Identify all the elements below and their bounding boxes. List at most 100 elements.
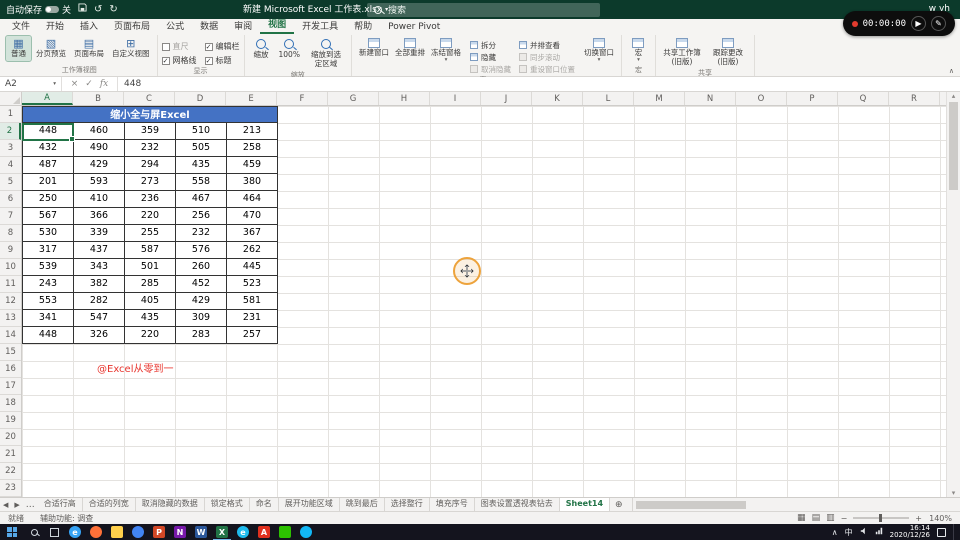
table-cell[interactable]: 341: [23, 310, 74, 327]
table-cell[interactable]: 231: [227, 310, 278, 327]
zoom-slider[interactable]: [853, 514, 910, 522]
table-cell[interactable]: 326: [74, 327, 125, 344]
table-cell[interactable]: 256: [176, 208, 227, 225]
row-header[interactable]: 20: [0, 429, 21, 446]
column-header[interactable]: H: [379, 92, 430, 105]
row-header[interactable]: 2: [0, 123, 21, 140]
table-cell[interactable]: 429: [74, 157, 125, 174]
table-cell[interactable]: 593: [74, 174, 125, 191]
row-header[interactable]: 23: [0, 480, 21, 497]
row-header[interactable]: 22: [0, 463, 21, 480]
sheet-tab[interactable]: 命名: [250, 498, 279, 511]
table-cell[interactable]: 339: [74, 225, 125, 242]
window-button[interactable]: 冻结窗格 ▾: [428, 36, 464, 65]
accessibility-status[interactable]: 辅助功能: 调查: [40, 513, 93, 524]
window-small-button[interactable]: 隐藏: [469, 51, 511, 63]
column-header[interactable]: P: [787, 92, 838, 105]
table-cell[interactable]: 581: [227, 293, 278, 310]
table-cell[interactable]: 487: [23, 157, 74, 174]
edit-button[interactable]: ✎: [931, 16, 946, 31]
table-cell[interactable]: 405: [125, 293, 176, 310]
row-header[interactable]: 9: [0, 242, 21, 259]
vertical-scroll-thumb[interactable]: [949, 102, 958, 190]
horizontal-scrollbar[interactable]: [631, 498, 960, 511]
column-header[interactable]: L: [583, 92, 634, 105]
column-header[interactable]: Q: [838, 92, 889, 105]
row-header[interactable]: 12: [0, 293, 21, 310]
taskbar-app-powerpoint[interactable]: P: [153, 526, 165, 538]
table-cell[interactable]: 452: [176, 276, 227, 293]
table-cell[interactable]: 232: [125, 140, 176, 157]
table-cell[interactable]: 367: [227, 225, 278, 242]
window-small-button[interactable]: 并排查看: [518, 39, 575, 51]
row-header[interactable]: 6: [0, 191, 21, 208]
show-checkbox[interactable]: ✓ 标题: [204, 55, 240, 66]
cells-area[interactable]: 缩小全与屏Excel 448 460 359 510 213 432 490 232 505 25…: [22, 106, 946, 497]
window-button[interactable]: 新建窗口: [356, 36, 392, 65]
table-cell[interactable]: 558: [176, 174, 227, 191]
search-input[interactable]: 搜索: [367, 2, 600, 17]
column-header[interactable]: R: [889, 92, 940, 105]
table-cell[interactable]: 220: [125, 208, 176, 225]
name-box[interactable]: A2 ▾: [0, 77, 62, 91]
table-cell[interactable]: 530: [23, 225, 74, 242]
table-cell[interactable]: 232: [176, 225, 227, 242]
column-header[interactable]: B: [73, 92, 124, 105]
taskbar-app-acrobat[interactable]: A: [258, 526, 270, 538]
row-header[interactable]: 8: [0, 225, 21, 242]
sheet-overflow-ellipsis[interactable]: …: [23, 500, 38, 510]
show-checkbox[interactable]: 直尺: [161, 41, 197, 52]
table-cell[interactable]: 470: [227, 208, 278, 225]
select-all-corner[interactable]: [0, 92, 22, 106]
view-button[interactable]: ⊞ 自定义视图: [109, 36, 153, 61]
network-icon[interactable]: [875, 527, 883, 537]
taskbar-search-icon[interactable]: [24, 528, 44, 536]
table-cell[interactable]: 382: [74, 276, 125, 293]
name-box-dropdown-icon[interactable]: ▾: [53, 81, 56, 87]
table-cell[interactable]: 273: [125, 174, 176, 191]
insert-function-icon[interactable]: fx: [100, 79, 108, 89]
normal-view-icon[interactable]: ▦: [797, 513, 806, 523]
ime-indicator[interactable]: 中: [845, 527, 853, 538]
action-center-icon[interactable]: [937, 527, 946, 537]
zoom-button[interactable]: 缩放: [249, 36, 274, 62]
column-header[interactable]: I: [430, 92, 481, 105]
table-cell[interactable]: 410: [74, 191, 125, 208]
table-cell[interactable]: 539: [23, 259, 74, 276]
table-cell[interactable]: 260: [176, 259, 227, 276]
scroll-up-icon[interactable]: ▴: [947, 92, 960, 100]
show-checkbox[interactable]: ✓ 网格线: [161, 55, 197, 66]
table-cell[interactable]: 380: [227, 174, 278, 191]
row-header[interactable]: 15: [0, 344, 21, 361]
zoom-out-button[interactable]: −: [841, 514, 848, 523]
table-cell[interactable]: 437: [74, 242, 125, 259]
table-cell[interactable]: 359: [125, 123, 176, 140]
row-header[interactable]: 3: [0, 140, 21, 157]
redo-icon[interactable]: ↻: [109, 0, 117, 19]
sheet-nav-left-icon[interactable]: ◀: [0, 501, 11, 509]
table-cell[interactable]: 459: [227, 157, 278, 174]
table-cell[interactable]: 445: [227, 259, 278, 276]
column-header[interactable]: G: [328, 92, 379, 105]
column-header[interactable]: A: [22, 92, 73, 105]
sheet-tab[interactable]: 填充序号: [430, 498, 475, 511]
table-cell[interactable]: 547: [74, 310, 125, 327]
show-checkbox[interactable]: ✓ 编辑栏: [204, 41, 240, 52]
table-cell[interactable]: 258: [227, 140, 278, 157]
table-cell[interactable]: 285: [125, 276, 176, 293]
table-cell[interactable]: 435: [176, 157, 227, 174]
table-cell[interactable]: 523: [227, 276, 278, 293]
column-header[interactable]: K: [532, 92, 583, 105]
clock[interactable]: 16:14 2020/12/26: [890, 524, 930, 540]
macros-button[interactable]: 宏 ▾: [626, 36, 651, 65]
row-header[interactable]: 1: [0, 106, 21, 123]
zoom-button[interactable]: 缩放到选定区域: [305, 36, 347, 70]
formula-input[interactable]: 448: [118, 77, 960, 91]
sheet-tab[interactable]: 取消隐藏的数据: [136, 498, 205, 511]
view-button[interactable]: ▤ 页面布局: [71, 36, 107, 61]
merged-title-cell[interactable]: 缩小全与屏Excel: [22, 106, 278, 123]
row-header[interactable]: 21: [0, 446, 21, 463]
table-cell[interactable]: 435: [125, 310, 176, 327]
page-break-view-icon[interactable]: ▥: [826, 513, 835, 523]
row-header[interactable]: 14: [0, 327, 21, 344]
